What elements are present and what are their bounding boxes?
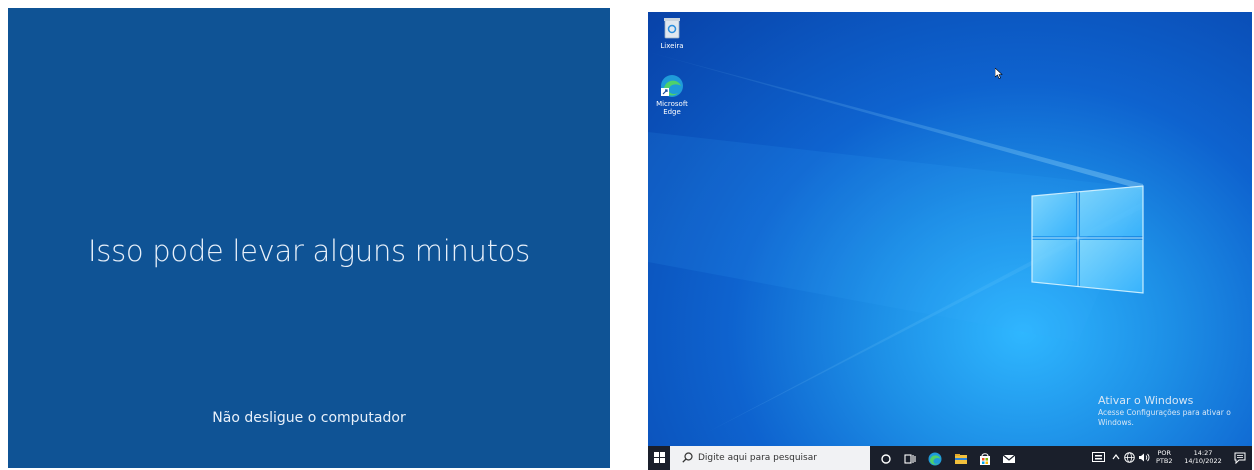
mail-icon[interactable]: [1002, 451, 1016, 470]
edge-icon: [661, 75, 683, 97]
setup-sub-message: Não desligue o computador: [212, 410, 406, 426]
edge-taskbar-icon[interactable]: [928, 451, 942, 470]
activation-subtitle: Acesse Configurações para ativar o Windo…: [1098, 408, 1231, 427]
input-language-indicator[interactable]: POR PTB2: [1156, 449, 1173, 465]
volume-icon[interactable]: [1138, 452, 1150, 465]
network-globe-icon[interactable]: [1124, 452, 1135, 465]
activation-watermark: Ativar o Windows Acesse Configurações pa…: [1098, 394, 1252, 428]
keyboard-icon[interactable]: [1092, 452, 1105, 464]
desktop-icon-label: Microsoft Edge: [656, 100, 688, 116]
desktop-icon-edge[interactable]: Microsoft Edge: [652, 74, 692, 116]
language-code: POR: [1157, 449, 1172, 457]
desktop-icon-label: Lixeira: [660, 42, 684, 50]
chevron-up-icon[interactable]: [1112, 453, 1120, 463]
microsoft-store-icon[interactable]: [978, 451, 992, 470]
recycle-bin-icon: [664, 18, 680, 39]
task-view-icon[interactable]: [904, 451, 916, 470]
wallpaper: [648, 52, 1144, 432]
windows-logo-pane: [1032, 193, 1076, 236]
notifications-icon[interactable]: [1234, 452, 1246, 466]
clock-time: 14:27: [1193, 449, 1213, 457]
mouse-cursor-icon: [995, 68, 1003, 79]
file-explorer-icon[interactable]: [954, 451, 968, 470]
desktop-icon-recycle-bin[interactable]: Lixeira: [652, 16, 692, 50]
windows-logo-pane: [1080, 240, 1143, 293]
windows-logo-pane: [1080, 186, 1143, 236]
search-icon: [682, 452, 693, 463]
activation-title: Ativar o Windows: [1098, 394, 1194, 407]
system-tray: POR PTB2 14:27 14/10/2022: [1092, 446, 1252, 470]
cortana-icon[interactable]: [880, 451, 892, 470]
clock-date: 14/10/2022: [1184, 457, 1222, 465]
setup-screen: Isso pode levar alguns minutos Não desli…: [8, 8, 610, 468]
search-placeholder: Digite aqui para pesquisar: [698, 453, 817, 463]
taskbar: Digite aqui para pesquisar POR PTB2 14:2…: [648, 446, 1252, 470]
clock[interactable]: 14:27 14/10/2022: [1180, 449, 1226, 465]
desktop: Lixeira Microsoft Edge Ativar o Windows …: [648, 12, 1252, 470]
setup-main-message: Isso pode levar alguns minutos: [88, 234, 530, 268]
keyboard-layout: PTB2: [1156, 457, 1173, 465]
start-button[interactable]: [654, 452, 665, 463]
taskbar-search-box[interactable]: Digite aqui para pesquisar: [670, 446, 870, 470]
windows-logo-pane: [1032, 240, 1076, 285]
